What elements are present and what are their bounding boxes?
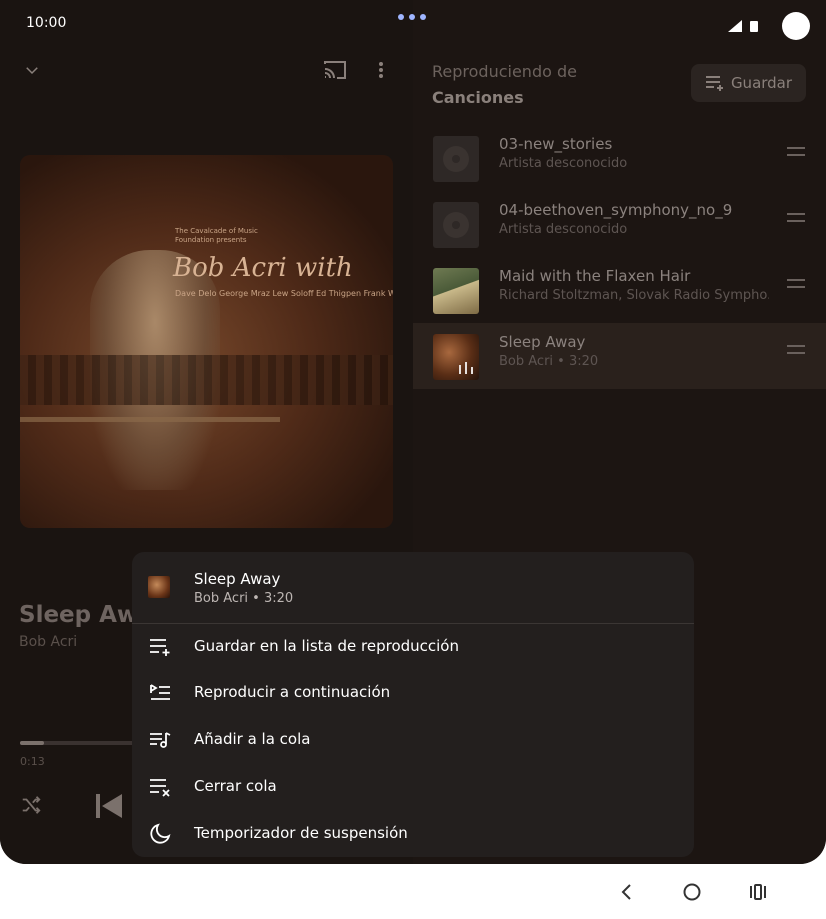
queue-item-title: Maid with the Flaxen Hair xyxy=(499,267,691,285)
shuffle-button[interactable] xyxy=(18,792,44,818)
menu-item-label: Reproducir a continuación xyxy=(194,683,391,701)
drag-handle-icon[interactable] xyxy=(787,279,805,293)
screen: The Cavalcade of Music Foundation presen… xyxy=(0,0,826,864)
cast-icon xyxy=(324,61,346,79)
queue-item-subtitle: Richard Stoltzman, Slovak Radio Sympho..… xyxy=(499,288,769,303)
play-next-icon xyxy=(148,681,172,705)
queue-item-current[interactable]: Sleep Away Bob Acri • 3:20 xyxy=(413,323,826,389)
moon-icon xyxy=(148,822,172,846)
signal-icon xyxy=(728,20,742,32)
queue-item-title: 03-new_stories xyxy=(499,135,613,153)
queue-item[interactable]: 03-new_stories Artista desconocido xyxy=(413,125,826,191)
menu-thumbnail xyxy=(148,576,170,598)
drag-handle-icon[interactable] xyxy=(787,345,805,359)
home-icon xyxy=(683,883,701,901)
menu-item-close-queue[interactable]: Cerrar cola xyxy=(132,764,694,810)
queue-item[interactable]: 04-beethoven_symphony_no_9 Artista desco… xyxy=(413,191,826,257)
menu-item-label: Cerrar cola xyxy=(194,777,277,795)
progress-fill xyxy=(20,741,45,745)
menu-item-sleep-timer[interactable]: Temporizador de suspensión xyxy=(132,811,694,857)
queue-music-icon xyxy=(148,728,172,752)
track-thumbnail xyxy=(433,202,479,248)
album-art-presenter: The Cavalcade of Music Foundation presen… xyxy=(175,227,258,244)
menu-subtitle: Bob Acri • 3:20 xyxy=(194,591,294,606)
camera-cutout xyxy=(782,12,810,40)
now-playing-icon xyxy=(459,362,473,374)
disc-icon xyxy=(443,146,469,172)
track-thumbnail xyxy=(433,268,479,314)
cast-button[interactable] xyxy=(320,56,350,84)
recents-icon xyxy=(750,884,766,900)
battery-icon xyxy=(750,21,758,32)
album-art-players: Dave Delo George Mraz Lew Soloff Ed Thig… xyxy=(175,289,393,298)
album-art-bar xyxy=(20,417,280,422)
menu-item-add-queue[interactable]: Añadir a la cola xyxy=(132,717,694,763)
save-queue-button[interactable]: Guardar xyxy=(691,64,806,102)
playlist-add-icon xyxy=(148,635,172,659)
queue-item-subtitle: Artista desconocido xyxy=(499,156,628,171)
album-art-name: Bob Acri with xyxy=(173,253,353,283)
queue-item-title: 04-beethoven_symphony_no_9 xyxy=(499,201,733,219)
drag-handle-icon[interactable] xyxy=(787,213,805,227)
drag-handle-icon[interactable] xyxy=(787,147,805,161)
menu-header: Sleep Away Bob Acri • 3:20 xyxy=(132,552,694,624)
shuffle-icon xyxy=(22,796,41,814)
album-art-keys xyxy=(20,355,393,405)
status-icons xyxy=(728,12,810,40)
queue-item-subtitle: Artista desconocido xyxy=(499,222,628,237)
menu-item-save-playlist[interactable]: Guardar en la lista de reproducción xyxy=(132,624,694,670)
menu-item-label: Añadir a la cola xyxy=(194,730,311,748)
playlist-remove-icon xyxy=(148,775,172,799)
context-menu: Sleep Away Bob Acri • 3:20 Guardar en la… xyxy=(132,552,694,857)
collapse-button[interactable] xyxy=(20,58,44,82)
back-button[interactable] xyxy=(614,880,638,904)
menu-title: Sleep Away xyxy=(194,570,281,588)
menu-item-label: Guardar en la lista de reproducción xyxy=(194,637,459,655)
queue-source: Canciones xyxy=(432,88,524,107)
queue-item-subtitle: Bob Acri • 3:20 xyxy=(499,354,599,369)
previous-button[interactable] xyxy=(94,792,124,820)
skip-previous-icon xyxy=(96,794,122,818)
save-queue-label: Guardar xyxy=(730,74,793,92)
recents-button[interactable] xyxy=(746,880,770,904)
song-artist: Bob Acri xyxy=(19,634,78,650)
navigation-bar xyxy=(0,864,826,919)
more-vert-icon xyxy=(379,62,383,78)
elapsed-time: 0:13 xyxy=(20,755,45,768)
back-icon xyxy=(621,884,631,900)
track-thumbnail xyxy=(433,334,479,380)
window-handle[interactable] xyxy=(398,14,426,20)
queue-header-label: Reproduciendo de xyxy=(432,62,577,81)
track-thumbnail xyxy=(433,136,479,182)
album-art: The Cavalcade of Music Foundation presen… xyxy=(20,155,393,528)
more-options-button[interactable] xyxy=(370,56,392,84)
menu-item-play-next[interactable]: Reproducir a continuación xyxy=(132,670,694,716)
chevron-down-icon xyxy=(26,67,38,75)
status-time: 10:00 xyxy=(26,15,67,31)
queue-item-title: Sleep Away xyxy=(499,333,586,351)
home-button[interactable] xyxy=(680,880,704,904)
playlist-add-icon xyxy=(705,76,723,91)
menu-item-label: Temporizador de suspensión xyxy=(194,824,408,842)
disc-icon xyxy=(443,212,469,238)
queue-item[interactable]: Maid with the Flaxen Hair Richard Stoltz… xyxy=(413,257,826,323)
